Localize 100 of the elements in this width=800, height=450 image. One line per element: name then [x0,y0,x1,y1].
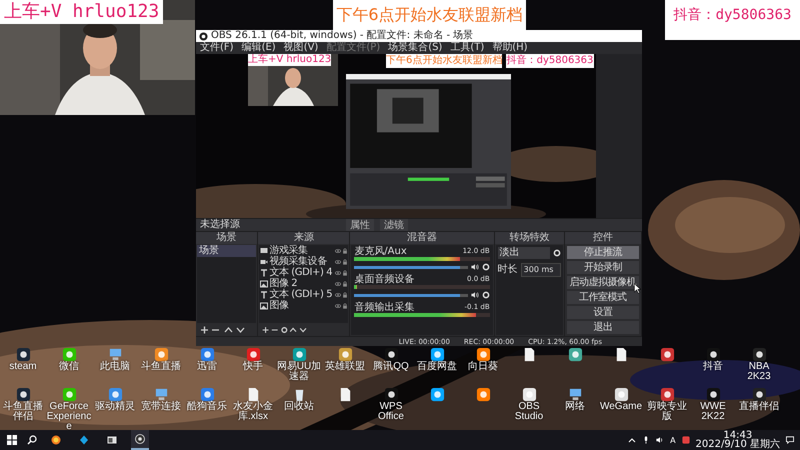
clock-date[interactable]: 2022/9/10 星期六 [696,440,780,449]
panel-header: 转场特效 [494,232,564,244]
search-icon[interactable] [27,435,37,445]
browser-icon [51,435,61,445]
icon-label: 剪映专业版 [646,402,688,422]
icon-label: 宽带连接 [140,402,182,412]
eye-icon[interactable] [335,270,342,276]
source-item[interactable]: 图像 [269,300,334,311]
channel-name: 桌面音频设备 [354,274,414,285]
clock-time[interactable]: 14:43 [723,431,752,440]
icon-label: 酷狗音乐 [186,402,228,412]
image-icon [260,302,268,310]
control-button[interactable]: 工作室模式 [566,291,640,304]
icon-label: WPS Office [377,402,405,422]
icon-label: 此电脑 [99,362,131,372]
lock-icon[interactable] [342,248,348,254]
window-icon [107,435,117,445]
icon-label: 快手 [242,362,264,372]
taskbar-button[interactable] [131,430,149,450]
icon-label: 斗鱼直播 [140,362,182,372]
control-button[interactable]: 设置 [566,306,640,319]
settings-icon[interactable] [552,249,561,257]
status-text: 未选择源 [200,219,241,231]
speaker-icon[interactable] [470,291,479,299]
banner: 下午6点开始水友联盟新档 [333,0,526,30]
control-button[interactable]: 开始录制 [566,261,640,274]
eye-icon[interactable] [335,248,342,254]
panel-header: 场景 [196,232,258,244]
window-title: OBS 26.1.1 (64-bit, windows) - 配置文件: 未命名 - 场景 [211,30,474,42]
icon-label: 网络 [564,402,586,412]
source-item[interactable]: 图像 2 [269,278,334,289]
camera-icon [260,258,268,266]
start-icon[interactable] [7,435,17,445]
icon-label: 腾讯QQ [372,362,410,372]
channel-name: 音频输出采集 [354,302,414,313]
icon-label: 水友小金库.xlsx [232,402,274,422]
icon-label: 驱动精灵 [94,402,136,412]
icon-label: OBS Studio [514,402,544,422]
scene-item[interactable]: 场景 [197,245,256,257]
speaker-icon[interactable] [656,436,664,444]
icon-label: 抖音 [702,362,724,372]
icon-label: 微信 [58,362,80,372]
source-item[interactable]: 视频采集设备 [269,256,334,267]
duration-field[interactable]: 300 ms [520,263,561,277]
icon-label: NBA 2K23 [746,362,772,382]
icon-label: WWE 2K22 [699,402,727,422]
app-icon [79,435,89,445]
source-item[interactable]: 游戏采集 [269,245,334,256]
icon-label: steam [8,362,38,372]
image-icon [260,280,268,288]
eye-icon[interactable] [335,258,342,264]
eye-icon[interactable] [335,280,342,286]
icon-label: 迅雷 [196,362,218,372]
settings-icon[interactable] [482,263,490,271]
lock-icon[interactable] [342,292,348,298]
menu-item[interactable]: 文件(F) [200,42,234,54]
settings-icon[interactable] [482,291,490,299]
menu-item[interactable]: 帮助(H) [492,42,528,54]
caret-icon[interactable] [628,436,636,444]
icon-label: WeGame [598,402,644,412]
icon-label: 英雄联盟 [324,362,366,372]
control-button[interactable]: 停止推流 [566,246,640,259]
icon-label: 网易UU加速器 [276,362,322,382]
icon-label: GeForce Experience [46,402,92,432]
text-icon [260,268,268,276]
speaker-icon[interactable] [470,263,479,271]
lock-icon[interactable] [342,302,348,308]
menu-item[interactable]: 编辑(E) [242,42,276,54]
source-item[interactable]: 文本 (GDI+) 5 [269,289,334,300]
input-method-indicator[interactable]: A [670,436,676,444]
eye-icon[interactable] [335,302,342,308]
toolbar-button[interactable]: 滤镜 [380,219,408,231]
menu-item[interactable]: 视图(V) [284,42,318,54]
control-button[interactable]: 启动虚拟摄像机 [566,276,640,289]
lock-icon[interactable] [342,270,348,276]
channel-name: 麦克风/Aux [354,246,407,257]
lock-icon[interactable] [342,280,348,286]
panel-header: 混音器 [350,232,494,244]
lock-icon[interactable] [342,258,348,264]
icon-label: 向日葵 [467,362,499,372]
monitor-icon [260,246,268,254]
icon-label: 回收站 [283,402,315,412]
control-button[interactable]: 退出 [566,321,640,334]
transition-select[interactable]: 淡出 [498,247,550,259]
computer-icon[interactable] [108,347,122,362]
duration-label: 时长 [498,264,518,276]
icon-label: 斗鱼直播伴侣 [2,402,44,422]
menu-item[interactable]: 工具(T) [450,42,484,54]
panel-header: 控件 [564,232,642,244]
panel-header: 来源 [258,232,350,244]
computer-icon[interactable] [568,387,582,402]
menu-item[interactable]: 场景集合(S) [388,42,442,54]
notification-icon[interactable] [786,436,794,444]
toolbar-button[interactable]: 属性 [346,219,374,231]
source-item[interactable]: 文本 (GDI+) 4 [269,267,334,278]
computer-icon[interactable] [154,387,168,402]
icon-label: 直播伴侣 [738,402,780,412]
obs-icon [135,434,145,444]
eye-icon[interactable] [335,292,342,298]
icon-label: 百度网盘 [416,362,458,372]
